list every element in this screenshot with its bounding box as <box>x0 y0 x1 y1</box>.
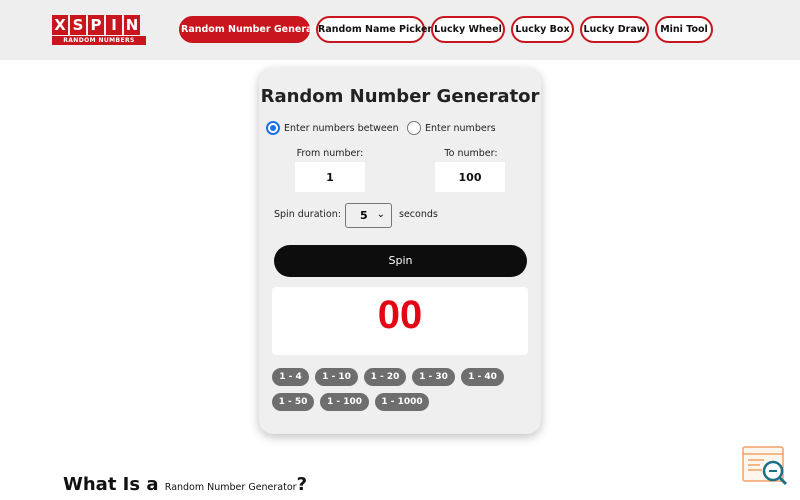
radio-list[interactable] <box>407 121 421 135</box>
duration-select[interactable]: 5 ⌄ <box>345 203 392 228</box>
search-help-icon[interactable] <box>742 446 790 486</box>
nav-lucky-draw[interactable]: Lucky Draw <box>580 16 649 43</box>
preset-range[interactable]: 1 - 30 <box>412 368 455 386</box>
logo-letter: S <box>70 15 86 35</box>
preset-range[interactable]: 1 - 4 <box>272 368 309 386</box>
section-heading: What Is a Random Number Generator? <box>63 474 307 495</box>
generator-card: Random Number Generator Enter numbers be… <box>259 68 541 434</box>
preset-range[interactable]: 1 - 40 <box>461 368 504 386</box>
logo-letter: I <box>106 15 122 35</box>
nav-lucky-box[interactable]: Lucky Box <box>511 16 574 43</box>
radio-between-label: Enter numbers between <box>284 122 399 134</box>
logo-wordmark: X S P I N <box>52 15 146 35</box>
duration-unit: seconds <box>399 209 438 220</box>
site-header: X S P I N RANDOM NUMBERS Random Number G… <box>0 0 800 60</box>
logo-letter: N <box>124 15 140 35</box>
radio-between[interactable] <box>266 121 280 135</box>
logo-letter: P <box>88 15 104 35</box>
heading-suffix: ? <box>296 474 308 495</box>
preset-range[interactable]: 1 - 1000 <box>375 393 429 411</box>
preset-range[interactable]: 1 - 100 <box>320 393 369 411</box>
mode-option-list[interactable]: Enter numbers <box>407 120 496 136</box>
generator-title: Random Number Generator <box>260 86 540 107</box>
preset-range[interactable]: 1 - 50 <box>272 393 314 411</box>
preset-range[interactable]: 1 - 20 <box>364 368 406 386</box>
result-value: 00 <box>377 293 423 337</box>
nav-random-number-generator[interactable]: Random Number Generator <box>179 16 328 43</box>
logo-tagline: RANDOM NUMBERS <box>52 36 146 45</box>
to-number-input[interactable] <box>435 162 505 192</box>
duration-value: 5 <box>360 209 368 222</box>
result-display: 00 <box>272 287 528 355</box>
from-number-input[interactable] <box>295 162 365 192</box>
chevron-down-icon: ⌄ <box>376 209 385 220</box>
site-logo[interactable]: X S P I N RANDOM NUMBERS <box>52 15 146 45</box>
to-label: To number: <box>444 148 498 159</box>
nav-random-name-picker[interactable]: Random Name Picker <box>316 16 432 43</box>
radio-list-label: Enter numbers <box>425 122 496 134</box>
mode-option-between[interactable]: Enter numbers between <box>266 120 399 136</box>
from-label: From number: <box>296 148 364 159</box>
logo-letter: X <box>52 15 68 35</box>
search-help-icon <box>742 446 788 486</box>
nav-mini-tool[interactable]: Mini Tool <box>655 16 713 43</box>
heading-prefix: What Is a <box>63 474 159 495</box>
spin-button[interactable]: Spin <box>274 245 527 277</box>
duration-label: Spin duration: <box>274 209 341 220</box>
preset-range[interactable]: 1 - 10 <box>315 368 358 386</box>
heading-inline-term: Random Number Generator <box>164 482 297 493</box>
nav-lucky-wheel[interactable]: Lucky Wheel <box>431 16 505 43</box>
